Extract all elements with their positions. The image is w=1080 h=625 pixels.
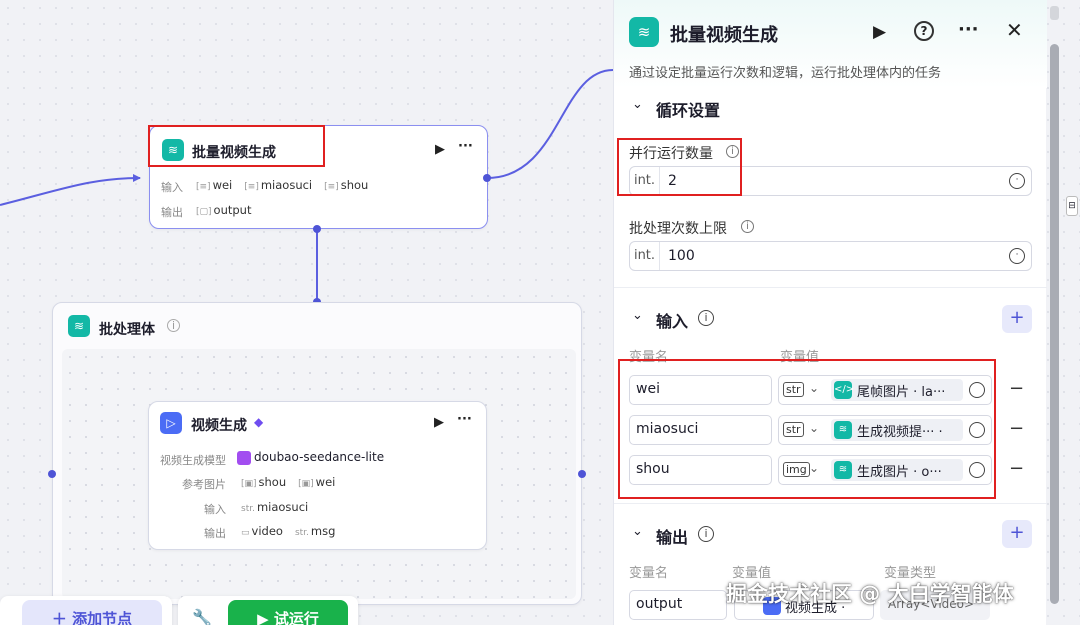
model-icon [237, 450, 251, 465]
add-node-button[interactable]: ＋ 添加节点 [22, 600, 162, 625]
video-icon: ▷ [160, 412, 182, 434]
play-icon: ▶ [257, 610, 274, 625]
chevron-down-icon[interactable]: ⌄ [632, 308, 643, 323]
batch-limit-label: 批处理次数上限 [629, 221, 727, 237]
input-tag: [≡] miaosuci [244, 178, 313, 192]
panel-title: 批量视频生成 [670, 25, 778, 46]
remove-input-button[interactable]: − [1009, 458, 1024, 479]
node-port[interactable] [483, 174, 491, 182]
output-tags: ▭ video str. msg [241, 524, 336, 538]
divider [614, 287, 1047, 288]
more-icon[interactable]: ··· [458, 139, 473, 154]
info-icon: i [698, 310, 714, 326]
batch-body-title: 批处理体 [99, 322, 155, 338]
info-icon: i [698, 526, 714, 542]
property-panel: ≋ 批量视频生成 ▶ ? ··· ✕ 通过设定批量运行次数和逻辑，运行批处理体内… [613, 0, 1047, 625]
add-input-button[interactable]: + [1002, 305, 1032, 333]
play-icon[interactable]: ▶ [435, 142, 445, 157]
highlight-box [617, 138, 742, 196]
more-icon[interactable]: ··· [958, 19, 979, 40]
info-icon: i [167, 319, 180, 332]
help-icon[interactable]: ? [914, 21, 934, 41]
output-section-title: 输出 [656, 528, 689, 547]
play-icon[interactable]: ▶ [434, 415, 444, 430]
output-label: 输出 [161, 206, 183, 219]
diamond-icon: ◆ [254, 415, 264, 429]
highlight-box [148, 125, 325, 167]
layers-icon: ≋ [629, 17, 659, 47]
divider [614, 503, 1047, 504]
node-port[interactable] [48, 470, 56, 478]
scrollbar[interactable] [1050, 44, 1059, 604]
add-output-button[interactable]: + [1002, 520, 1032, 548]
input-label: 输入 [161, 181, 183, 194]
node-title: 视频生成 [191, 418, 247, 434]
remove-input-button[interactable]: − [1009, 418, 1024, 439]
input-tag: [≡] wei [196, 178, 233, 192]
output-tag: [▢] output [196, 203, 252, 217]
input-section-title: 输入 [656, 312, 689, 331]
out-name-header: 变量名 [629, 566, 669, 581]
info-icon: i [741, 220, 754, 233]
layers-icon: ≋ [68, 315, 90, 337]
highlight-box [618, 359, 996, 499]
node-port[interactable] [578, 470, 586, 478]
play-icon[interactable]: ▶ [873, 22, 886, 42]
input-tags: [≡] wei [≡] miaosuci [≡] shou [192, 177, 376, 193]
test-run-button[interactable]: ▶ 试运行 [228, 600, 348, 625]
close-icon[interactable]: ✕ [1006, 18, 1023, 42]
side-handle[interactable]: ⊟ [1066, 196, 1078, 216]
input-tags: str. miaosuci [241, 500, 309, 514]
wrench-icon[interactable]: 🔧 [192, 608, 212, 625]
variable-ref-icon: · [1009, 248, 1025, 264]
ref-tags: [▣] shou [▣] wei [241, 475, 336, 489]
chevron-down-icon[interactable]: ⌄ [632, 524, 643, 539]
video-generation-node[interactable]: ▷ 视频生成 ◆ ▶ ··· 视频生成模型 doubao-seedance-li… [148, 401, 487, 550]
output-tags: [▢] output [192, 202, 259, 218]
output-var-name[interactable]: output [629, 590, 727, 620]
input-tag: [≡] shou [324, 178, 369, 192]
batch-limit-field[interactable]: int. 100 · [629, 241, 1032, 271]
scrollbar-track-top [1050, 6, 1059, 20]
model-label: 视频生成模型 [160, 454, 226, 467]
more-icon[interactable]: ··· [457, 412, 472, 427]
ref-label: 参考图片 [182, 478, 226, 491]
input-label: 输入 [204, 503, 226, 516]
watermark: 掘金技术社区 @ 大白学智能体 [726, 582, 1014, 606]
variable-ref-icon: · [1009, 173, 1025, 189]
panel-description: 通过设定批量运行次数和逻辑，运行批处理体内的任务 [629, 66, 942, 81]
plus-icon: ＋ [51, 610, 73, 625]
node-port[interactable] [313, 225, 321, 233]
remove-input-button[interactable]: − [1009, 378, 1024, 399]
model-badge: doubao-seedance-lite [237, 450, 384, 465]
loop-section-title: 循环设置 [656, 101, 721, 120]
output-label: 输出 [204, 527, 226, 540]
chevron-down-icon[interactable]: ⌄ [632, 97, 643, 112]
